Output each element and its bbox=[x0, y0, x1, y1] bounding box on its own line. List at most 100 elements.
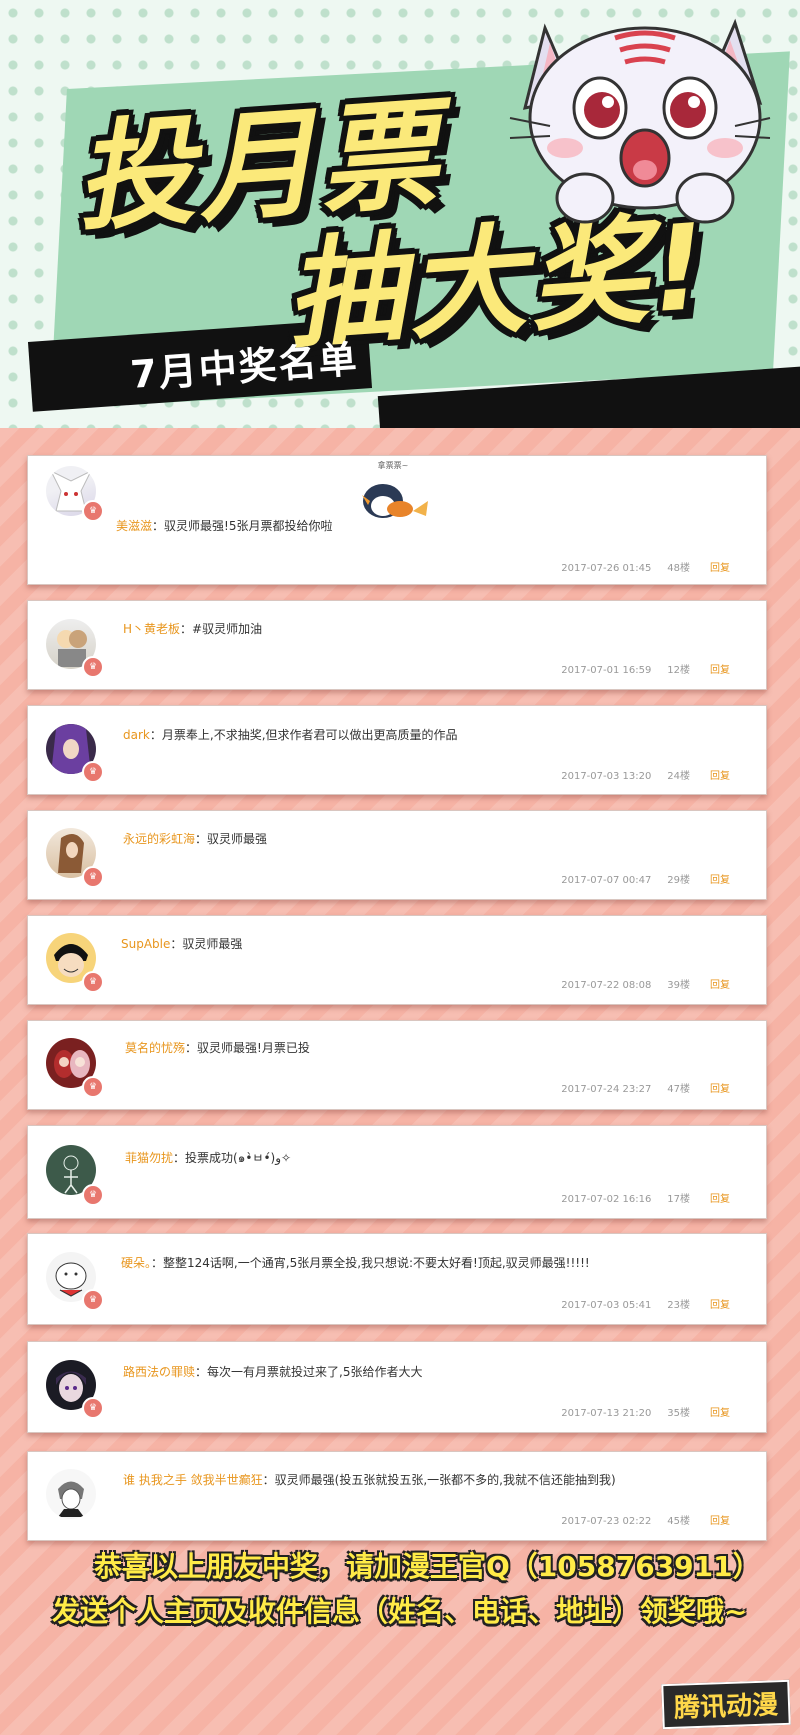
comment-separator: ： bbox=[152, 519, 165, 533]
comment-separator: ： bbox=[149, 728, 162, 742]
reply-button[interactable]: 回复 bbox=[710, 771, 730, 782]
comment-meta: 2017-07-03 13:20 24楼 回复 bbox=[561, 767, 730, 782]
comment-floor: 24楼 bbox=[667, 771, 690, 782]
comment-date: 2017-07-26 01:45 bbox=[561, 563, 652, 574]
comment-floor: 45楼 bbox=[667, 1516, 690, 1527]
comment-floor: 12楼 bbox=[667, 665, 690, 676]
username-link[interactable]: 菲猫勿扰 bbox=[125, 1151, 173, 1165]
reply-button[interactable]: 回复 bbox=[710, 1084, 730, 1095]
sticker-image: 拿票票~ bbox=[348, 460, 438, 525]
username-link[interactable]: 谁 执我之手 敛我半世癫狂 bbox=[123, 1473, 263, 1487]
comment-body: 驭灵师最强 bbox=[207, 832, 268, 846]
comment-date: 2017-07-07 00:47 bbox=[561, 875, 652, 886]
username-link[interactable]: dark bbox=[123, 728, 150, 742]
vip-crown-icon: ♛ bbox=[82, 971, 104, 993]
comment-card: ♛ dark：月票奉上,不求抽奖,但求作者君可以做出更高质量的作品 2017-0… bbox=[27, 705, 767, 795]
comment-body: 整整124话啊,一个通宵,5张月票全投,我只想说:不要太好看!顶起,驭灵师最强!… bbox=[163, 1256, 590, 1270]
comment-separator: ： bbox=[185, 1041, 198, 1055]
comment-meta: 2017-07-03 05:41 23楼 回复 bbox=[561, 1296, 730, 1311]
comment-separator: ： bbox=[262, 1473, 275, 1487]
reply-button[interactable]: 回复 bbox=[710, 563, 730, 574]
comment-separator: ： bbox=[151, 1256, 164, 1270]
sticker-label: 拿票票~ bbox=[377, 461, 409, 470]
comment-card: ♛ 永远的彩虹海：驭灵师最强 2017-07-07 00:47 29楼 回复 bbox=[27, 810, 767, 900]
comment-body: 驭灵师最强 bbox=[182, 937, 243, 951]
avatar[interactable] bbox=[46, 1469, 96, 1519]
comment-card: ♛ 菲猫勿扰：投票成功(๑•̀ㅂ•́)و✧ 2017-07-02 16:16 1… bbox=[27, 1125, 767, 1219]
comment-meta: 2017-07-23 02:22 45楼 回复 bbox=[561, 1512, 730, 1527]
penguin-sticker-icon bbox=[362, 484, 428, 518]
tencent-comic-logo: 腾讯动漫 bbox=[661, 1679, 791, 1730]
username-link[interactable]: H丶黄老板 bbox=[123, 622, 180, 636]
footer-contact-text: 恭喜以上朋友中奖，请加漫王官Q（1058763911） bbox=[94, 1550, 761, 1583]
comment-separator: ： bbox=[173, 1151, 186, 1165]
reply-button[interactable]: 回复 bbox=[710, 1194, 730, 1205]
vip-crown-icon: ♛ bbox=[82, 866, 104, 888]
vip-crown-icon: ♛ bbox=[82, 1397, 104, 1419]
comment-card: ♛ 路西法の罪赎：每次一有月票就投过来了,5张给作者大大 2017-07-13 … bbox=[27, 1341, 767, 1433]
comment-floor: 48楼 bbox=[667, 563, 690, 574]
username-link[interactable]: 路西法の罪赎 bbox=[123, 1365, 195, 1379]
comment-body: 投票成功(๑•̀ㅂ•́)و✧ bbox=[185, 1151, 292, 1165]
username-link[interactable]: 永远的彩虹海 bbox=[123, 832, 195, 846]
comment-separator: ： bbox=[170, 937, 183, 951]
comment-floor: 47楼 bbox=[667, 1084, 690, 1095]
reply-button[interactable]: 回复 bbox=[710, 1516, 730, 1527]
comment-meta: 2017-07-26 01:45 48楼 回复 bbox=[561, 559, 730, 574]
comment-floor: 17楼 bbox=[667, 1194, 690, 1205]
comment-body: 驭灵师最强!5张月票都投给你啦 bbox=[164, 519, 333, 533]
comment-meta: 2017-07-24 23:27 47楼 回复 bbox=[561, 1080, 730, 1095]
comment-date: 2017-07-24 23:27 bbox=[561, 1084, 652, 1095]
reply-button[interactable]: 回复 bbox=[710, 875, 730, 886]
comment-date: 2017-07-22 08:08 bbox=[561, 980, 652, 991]
username-link[interactable]: 硬朵。 bbox=[121, 1256, 151, 1270]
comment-text: 谁 执我之手 敛我半世癫狂：驭灵师最强(投五张就投五张,一张都不多的,我就不信还… bbox=[123, 1471, 616, 1488]
comment-text: dark：月票奉上,不求抽奖,但求作者君可以做出更高质量的作品 bbox=[123, 726, 458, 743]
comment-separator: ： bbox=[180, 622, 193, 636]
banner-header: 投月票 抽大奖! 7月中奖名单 bbox=[0, 0, 800, 430]
comment-card: ♛ 硬朵。：整整124话啊,一个通宵,5张月票全投,我只想说:不要太好看!顶起,… bbox=[27, 1233, 767, 1325]
comment-separator: ： bbox=[195, 832, 208, 846]
username-link[interactable]: 莫名的忧殇 bbox=[125, 1041, 185, 1055]
vip-crown-icon: ♛ bbox=[82, 761, 104, 783]
cat-mascot-illustration bbox=[509, 18, 771, 224]
username-link[interactable]: SupAble bbox=[121, 937, 170, 951]
footer-instructions-text: 发送个人主页及收件信息（姓名、电话、地址）领奖哦~ bbox=[52, 1595, 748, 1628]
comment-text: 菲猫勿扰：投票成功(๑•̀ㅂ•́)و✧ bbox=[125, 1149, 291, 1168]
comment-separator: ： bbox=[195, 1365, 208, 1379]
comment-date: 2017-07-03 05:41 bbox=[561, 1300, 652, 1311]
comment-body: #驭灵师加油 bbox=[192, 622, 263, 636]
username-link[interactable]: 美滋滋 bbox=[116, 519, 152, 533]
comment-meta: 2017-07-22 08:08 39楼 回复 bbox=[561, 976, 730, 991]
vip-crown-icon: ♛ bbox=[82, 656, 104, 678]
reply-button[interactable]: 回复 bbox=[710, 1408, 730, 1419]
vip-crown-icon: ♛ bbox=[82, 500, 104, 522]
comment-body: 每次一有月票就投过来了,5张给作者大大 bbox=[207, 1365, 423, 1379]
comment-text: 美滋滋：驭灵师最强!5张月票都投给你啦 bbox=[116, 517, 332, 534]
reply-button[interactable]: 回复 bbox=[710, 980, 730, 991]
reply-button[interactable]: 回复 bbox=[710, 665, 730, 676]
comment-text: H丶黄老板：#驭灵师加油 bbox=[123, 620, 262, 637]
comment-text: 硬朵。：整整124话啊,一个通宵,5张月票全投,我只想说:不要太好看!顶起,驭灵… bbox=[121, 1254, 590, 1271]
comment-meta: 2017-07-07 00:47 29楼 回复 bbox=[561, 871, 730, 886]
comment-text: 路西法の罪赎：每次一有月票就投过来了,5张给作者大大 bbox=[123, 1363, 422, 1380]
comment-date: 2017-07-01 16:59 bbox=[561, 665, 652, 676]
comment-card: ♛ 拿票票~ 美滋滋：驭灵师最强!5张月票都投给你啦 2017-07-26 01… bbox=[27, 455, 767, 585]
comment-text: 永远的彩虹海：驭灵师最强 bbox=[123, 830, 267, 847]
reply-button[interactable]: 回复 bbox=[710, 1300, 730, 1311]
vip-crown-icon: ♛ bbox=[82, 1076, 104, 1098]
comment-text: 莫名的忧殇：驭灵师最强!月票已投 bbox=[125, 1039, 310, 1056]
comment-date: 2017-07-23 02:22 bbox=[561, 1516, 652, 1527]
comment-body: 月票奉上,不求抽奖,但求作者君可以做出更高质量的作品 bbox=[161, 728, 458, 742]
comment-date: 2017-07-02 16:16 bbox=[561, 1194, 652, 1205]
vip-crown-icon: ♛ bbox=[82, 1184, 104, 1206]
comment-meta: 2017-07-02 16:16 17楼 回复 bbox=[561, 1190, 730, 1205]
vip-crown-icon: ♛ bbox=[82, 1289, 104, 1311]
avatar-image bbox=[58, 1481, 84, 1517]
comment-floor: 23楼 bbox=[667, 1300, 690, 1311]
comment-card: 谁 执我之手 敛我半世癫狂：驭灵师最强(投五张就投五张,一张都不多的,我就不信还… bbox=[27, 1451, 767, 1541]
comment-text: SupAble：驭灵师最强 bbox=[121, 935, 242, 952]
comment-floor: 35楼 bbox=[667, 1408, 690, 1419]
comment-body: 驭灵师最强(投五张就投五张,一张都不多的,我就不信还能抽到我) bbox=[274, 1473, 616, 1487]
comment-meta: 2017-07-01 16:59 12楼 回复 bbox=[561, 661, 730, 676]
